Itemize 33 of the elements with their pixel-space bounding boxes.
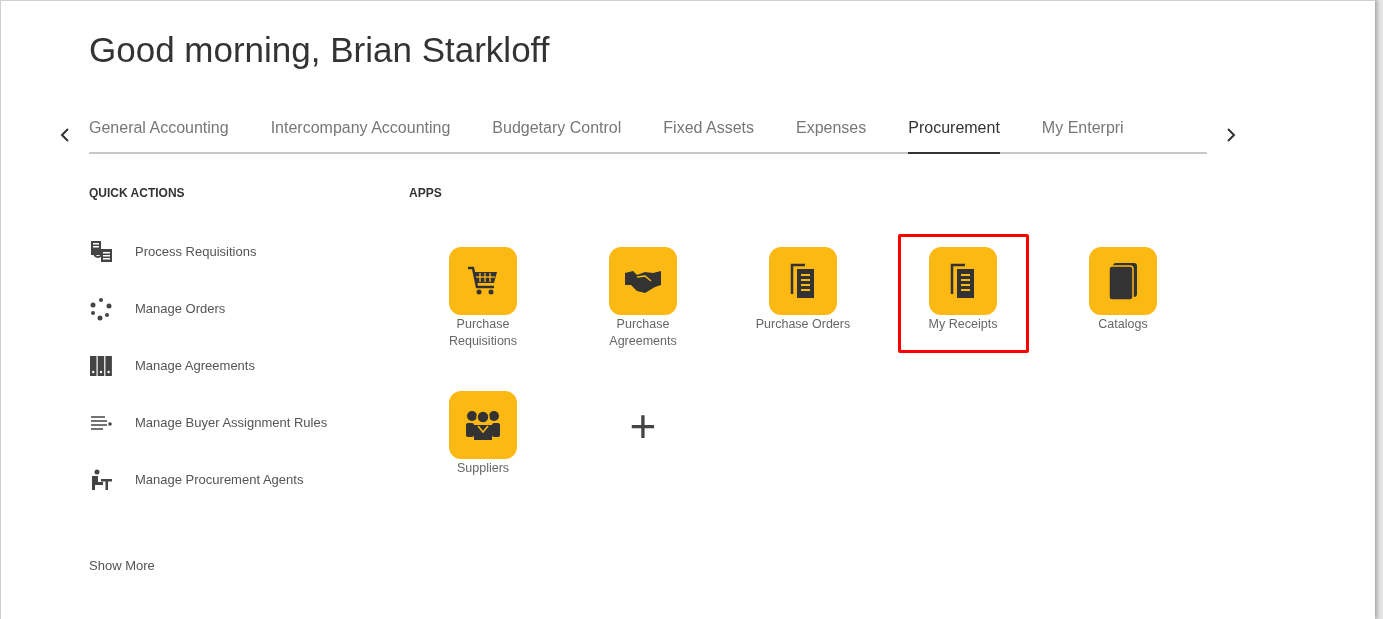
tab[interactable]: General Accounting: [89, 116, 229, 152]
cycle-dots-icon: [89, 297, 113, 321]
quick-action-link[interactable]: Manage Procurement Agents: [135, 470, 304, 490]
app-tile[interactable]: [1089, 247, 1157, 315]
tab[interactable]: Budgetary Control: [492, 116, 622, 152]
person-desk-icon: [89, 468, 113, 492]
app-tile[interactable]: [449, 391, 517, 459]
tab[interactable]: Procurement: [908, 116, 1000, 154]
section-title: APPS: [409, 185, 442, 202]
binders-icon: [89, 354, 113, 378]
app-tile[interactable]: [609, 247, 677, 315]
greeting-heading: Good morning, Brian Starkloff: [89, 29, 550, 71]
quick-action-link[interactable]: Manage Buyer Assignment Rules: [135, 413, 328, 433]
app-label[interactable]: Purchase Requisitions: [428, 316, 538, 350]
show-more-link[interactable]: Show More: [89, 556, 155, 576]
tab[interactable]: My Enterpri: [1041, 116, 1124, 152]
app-tile[interactable]: [929, 247, 997, 315]
section-title: QUICK ACTIONS: [89, 185, 185, 202]
app-label[interactable]: Catalogs: [1068, 316, 1178, 333]
quick-action-link[interactable]: Process Requisitions: [135, 242, 257, 262]
tab[interactable]: Expenses: [796, 116, 867, 152]
app-label[interactable]: My Receipts: [908, 316, 1018, 333]
quick-action-link[interactable]: Manage Agreements: [135, 356, 255, 376]
tab[interactable]: Fixed Assets: [663, 116, 754, 152]
app-tile[interactable]: [449, 247, 517, 315]
app-label[interactable]: Purchase Orders: [748, 316, 858, 333]
app-label[interactable]: Purchase Agreements: [588, 316, 698, 350]
document-list-icon: [89, 240, 113, 264]
app-tile[interactable]: [769, 247, 837, 315]
quick-action-link[interactable]: Manage Orders: [135, 299, 226, 319]
app-label[interactable]: Suppliers: [428, 460, 538, 477]
add-button[interactable]: +: [629, 406, 657, 446]
tab[interactable]: Intercompany Accounting: [270, 116, 451, 152]
